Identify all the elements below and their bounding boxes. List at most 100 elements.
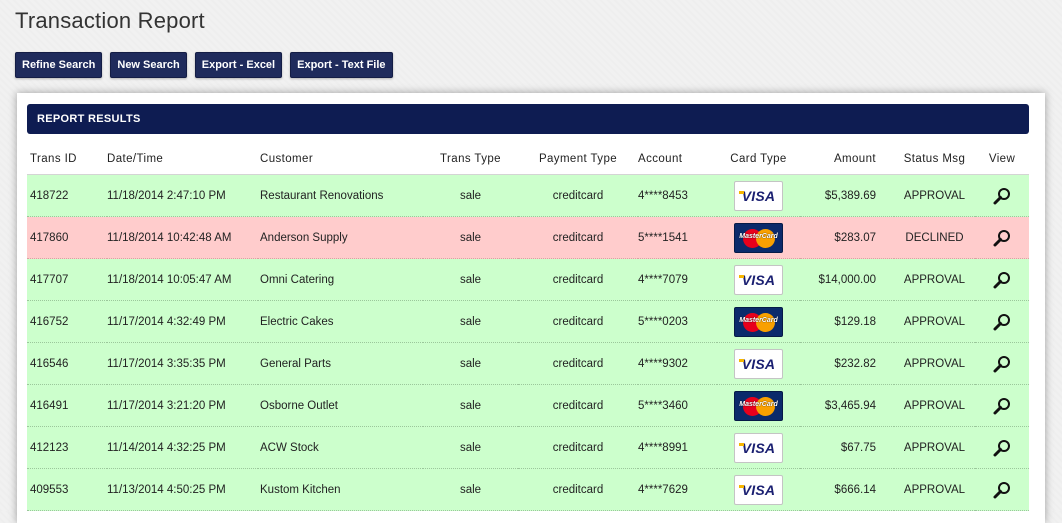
export-text-file-button[interactable]: Export - Text File xyxy=(290,52,393,78)
transactions-table: Trans ID Date/Time Customer Trans Type P… xyxy=(27,143,1029,511)
datetime-cell: 11/14/2014 4:32:25 PM xyxy=(107,426,258,469)
column-header-status-msg[interactable]: Status Msg xyxy=(894,143,975,175)
account-cell: 5****0203 xyxy=(638,300,717,343)
card-type-cell: MasterCard xyxy=(717,216,800,259)
customer-cell: Osborne Outlet xyxy=(258,384,423,427)
card-type-label: VISA xyxy=(741,355,776,372)
customer-cell: Electric Cakes xyxy=(258,300,423,343)
trans-id-cell: 412123 xyxy=(27,426,107,469)
datetime-cell: 11/17/2014 4:32:49 PM xyxy=(107,300,258,343)
mastercard-card-icon: MasterCard xyxy=(734,222,783,253)
magnifier-icon[interactable] xyxy=(992,186,1012,206)
card-type-label: VISA xyxy=(741,481,776,498)
view-cell xyxy=(975,426,1029,469)
visa-card-icon: VISA xyxy=(734,432,783,463)
payment-type-cell: creditcard xyxy=(518,300,638,343)
table-row[interactable]: 416546 11/17/2014 3:35:35 PM General Parts… xyxy=(27,342,1029,385)
table-row[interactable]: 417860 11/18/2014 10:42:48 AM Anderson Sup… xyxy=(27,216,1029,259)
mastercard-card-icon: MasterCard xyxy=(734,390,783,421)
card-type-label: VISA xyxy=(741,187,776,204)
status-msg-cell: APPROVAL xyxy=(894,468,975,511)
status-msg-cell: APPROVAL xyxy=(894,174,975,217)
column-header-customer[interactable]: Customer xyxy=(258,143,423,175)
visa-card-icon: VISA xyxy=(734,180,783,211)
magnifier-icon[interactable] xyxy=(992,438,1012,458)
payment-type-cell: creditcard xyxy=(518,426,638,469)
magnifier-icon[interactable] xyxy=(992,354,1012,374)
datetime-cell: 11/17/2014 3:35:35 PM xyxy=(107,342,258,385)
card-type-cell: VISA xyxy=(717,174,800,217)
magnifier-icon[interactable] xyxy=(992,480,1012,500)
customer-cell: General Parts xyxy=(258,342,423,385)
trans-type-cell: sale xyxy=(423,174,518,217)
visa-stripe xyxy=(739,484,744,488)
column-header-payment-type[interactable]: Payment Type xyxy=(518,143,638,175)
payment-type-cell: creditcard xyxy=(518,174,638,217)
amount-cell: $3,465.94 xyxy=(800,384,894,427)
account-cell: 5****3460 xyxy=(638,384,717,427)
payment-type-cell: creditcard xyxy=(518,342,638,385)
visa-stripe xyxy=(739,190,744,194)
trans-type-cell: sale xyxy=(423,216,518,259)
card-type-cell: VISA xyxy=(717,426,800,469)
card-type-cell: VISA xyxy=(717,468,800,511)
trans-type-cell: sale xyxy=(423,258,518,301)
column-header-amount[interactable]: Amount xyxy=(800,143,894,175)
new-search-button[interactable]: New Search xyxy=(110,52,187,78)
column-header-trans-type[interactable]: Trans Type xyxy=(423,143,518,175)
datetime-cell: 11/18/2014 10:42:48 AM xyxy=(107,216,258,259)
export-excel-button[interactable]: Export - Excel xyxy=(194,52,283,78)
status-msg-cell: APPROVAL xyxy=(894,258,975,301)
magnifier-icon[interactable] xyxy=(992,396,1012,416)
column-header-datetime[interactable]: Date/Time xyxy=(107,143,258,175)
view-cell xyxy=(975,174,1029,217)
customer-cell: Restaurant Renovations xyxy=(258,174,423,217)
table-row[interactable]: 418722 11/18/2014 2:47:10 PM Restaurant Re… xyxy=(27,174,1029,217)
amount-cell: $232.82 xyxy=(800,342,894,385)
customer-cell: ACW Stock xyxy=(258,426,423,469)
table-row[interactable]: 412123 11/14/2014 4:32:25 PM ACW Stock sale… xyxy=(27,426,1029,469)
trans-id-cell: 417707 xyxy=(27,258,107,301)
account-cell: 4****7629 xyxy=(638,468,717,511)
amount-cell: $666.14 xyxy=(800,468,894,511)
refine-search-button[interactable]: Refine Search xyxy=(15,52,103,78)
table-row[interactable]: 416752 11/17/2014 4:32:49 PM Electric Cake… xyxy=(27,300,1029,343)
trans-id-cell: 416546 xyxy=(27,342,107,385)
amount-cell: $14,000.00 xyxy=(800,258,894,301)
customer-cell: Anderson Supply xyxy=(258,216,423,259)
table-header-row: Trans ID Date/Time Customer Trans Type P… xyxy=(27,143,1029,175)
trans-type-cell: sale xyxy=(423,342,518,385)
view-cell xyxy=(975,258,1029,301)
account-cell: 4****7079 xyxy=(638,258,717,301)
magnifier-icon[interactable] xyxy=(992,312,1012,332)
payment-type-cell: creditcard xyxy=(518,468,638,511)
magnifier-icon[interactable] xyxy=(992,228,1012,248)
status-msg-cell: APPROVAL xyxy=(894,384,975,427)
page-title: Transaction Report xyxy=(15,8,205,33)
trans-id-cell: 417860 xyxy=(27,216,107,259)
amount-cell: $5,389.69 xyxy=(800,174,894,217)
trans-id-cell: 409553 xyxy=(27,468,107,511)
trans-type-cell: sale xyxy=(423,468,518,511)
view-cell xyxy=(975,216,1029,259)
visa-card-icon: VISA xyxy=(734,474,783,505)
account-cell: 4****8453 xyxy=(638,174,717,217)
card-type-label: VISA xyxy=(741,271,776,288)
table-row[interactable]: 409553 11/13/2014 4:50:25 PM Kustom Kitche… xyxy=(27,468,1029,511)
report-results-header: REPORT RESULTS xyxy=(27,104,1029,134)
account-cell: 5****1541 xyxy=(638,216,717,259)
magnifier-icon[interactable] xyxy=(992,270,1012,290)
toolbar: Refine Search New Search Export - Excel … xyxy=(15,52,393,78)
table-row[interactable]: 416491 11/17/2014 3:21:20 PM Osborne Outle… xyxy=(27,384,1029,427)
payment-type-cell: creditcard xyxy=(518,258,638,301)
card-type-label: VISA xyxy=(741,439,776,456)
trans-id-cell: 416752 xyxy=(27,300,107,343)
view-cell xyxy=(975,342,1029,385)
column-header-account[interactable]: Account xyxy=(638,143,717,175)
column-header-card-type[interactable]: Card Type xyxy=(717,143,800,175)
visa-stripe xyxy=(739,358,744,362)
table-row[interactable]: 417707 11/18/2014 10:05:47 AM Omni Caterin… xyxy=(27,258,1029,301)
visa-stripe xyxy=(739,442,744,446)
datetime-cell: 11/17/2014 3:21:20 PM xyxy=(107,384,258,427)
column-header-trans-id[interactable]: Trans ID xyxy=(27,143,107,175)
